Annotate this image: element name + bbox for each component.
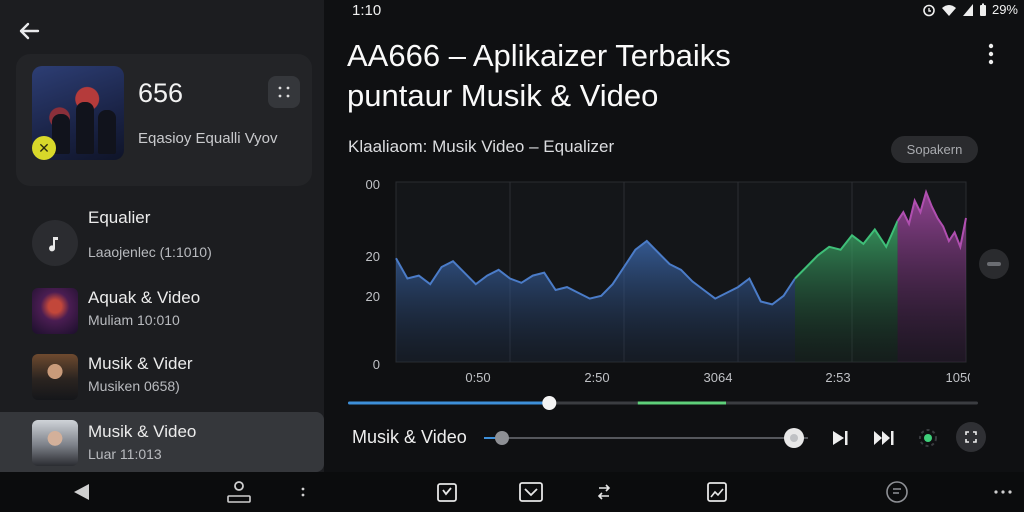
now-playing-card[interactable]: ✕ 656 Eqasioy Equalli Vyov [16,54,312,186]
nav-chat-icon[interactable] [880,476,914,508]
portrait-thumbnail [32,354,78,400]
back-arrow-icon[interactable] [16,18,42,44]
signal-icon [962,3,973,16]
slider-handle-left[interactable] [495,431,509,445]
music-note-icon [32,220,78,266]
battery-icon [979,3,986,16]
list-item[interactable]: Musik & Vider Musiken 0658) [0,346,324,406]
list-item-title: Musik & Vider [88,354,193,373]
left-panel: ✕ 656 Eqasioy Equalli Vyov Equalier Laao… [0,0,324,472]
alarm-icon [923,4,935,16]
volume-slider[interactable] [484,426,808,450]
chart-x-tick-label: 2:53 [825,370,850,385]
speaker-chip[interactable]: Sopakern [891,136,978,163]
nav-home-icon[interactable] [222,476,256,508]
chart-y-tick-label: 0 [373,357,380,372]
player-label: Musik & Video [352,427,467,447]
portrait-thumbnail [32,420,78,466]
nav-dots-icon[interactable] [286,476,320,508]
nav-image-icon[interactable] [700,476,734,508]
play-next-icon[interactable] [826,424,854,452]
nav-more-icon[interactable] [986,476,1020,508]
equalizer-chart: 00 20 20 0 0:50 2:50 3064 2:53 1050 [366,177,970,385]
nav-swap-icon[interactable] [588,476,622,508]
list-item-title: Equalier [88,208,151,227]
page-title: AA666 – Aplikaizer Terbaiks puntaur Musi… [347,38,731,113]
more-vert-icon[interactable] [980,42,1002,68]
list-item[interactable]: Aquak & Video Muliam 10:010 [0,280,324,340]
list-item-selected[interactable]: Musik & Video Luar 11:013 [0,412,324,472]
record-icon[interactable] [914,424,942,452]
nav-check-icon[interactable] [514,476,548,508]
list-item-subtitle: Laaojenlec (1:1010) [88,244,212,260]
repeat-icon[interactable] [956,422,986,452]
list-item-subtitle: Muliam 10:010 [88,312,180,328]
list-item[interactable]: Equalier Laaojenlec (1:1010) [0,206,324,266]
seek-handle[interactable] [542,396,557,410]
system-nav-bar [0,472,1024,512]
battery-percent: 29% [991,2,1018,17]
list-item-title: Musik & Video [88,422,197,441]
side-handle-icon[interactable] [979,249,1009,279]
chart-x-tick-label: 1050 [946,370,970,385]
skip-next-icon[interactable] [870,424,898,452]
nav-back-icon[interactable] [64,476,98,508]
status-icons: 29% [922,2,1018,17]
expand-icon[interactable] [268,76,300,108]
list-item-title: Aquak & Video [88,288,201,307]
now-playing-subtitle: Eqasioy Equalli Vyov [138,130,278,147]
page-subtitle: Klaaliaom: Musik Video – Equalizer [348,137,615,156]
seek-progress [348,401,544,405]
concert-thumbnail [32,288,78,334]
chart-y-tick-label: 00 [366,177,380,192]
close-badge-icon[interactable]: ✕ [32,136,56,160]
chart-x-tick-label: 3064 [704,370,733,385]
status-time: 1:10 [352,2,382,19]
chart-x-tick-label: 2:50 [584,370,609,385]
list-item-subtitle: Luar 11:013 [88,446,162,462]
chart-x-tick-label: 0:50 [465,370,490,385]
list-item-subtitle: Musiken 0658) [88,378,180,394]
nav-screenshot-icon[interactable] [430,476,464,508]
now-playing-title: 656 [138,78,184,108]
seek-bar[interactable] [348,392,978,414]
seek-segment [637,401,726,405]
wifi-icon [941,4,956,16]
chart-y-tick-label: 20 [366,289,380,304]
chart-y-tick-label: 20 [366,249,380,264]
